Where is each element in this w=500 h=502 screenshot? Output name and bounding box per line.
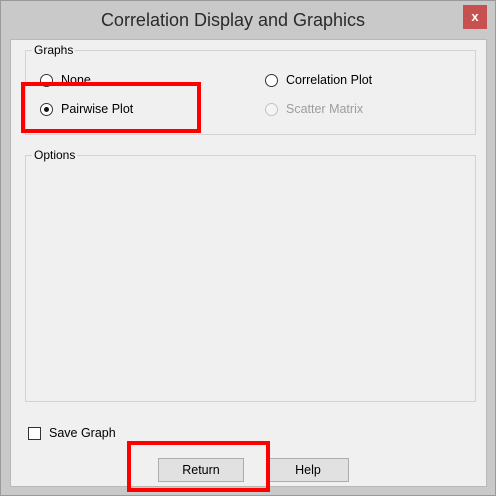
radio-scatter-matrix-label: Scatter Matrix [286,102,364,116]
radio-correlation-plot[interactable]: Correlation Plot [265,73,372,87]
title-bar[interactable]: Correlation Display and Graphics x [1,1,495,39]
radio-scatter-matrix-indicator [265,102,278,116]
options-group: Options [25,148,476,402]
save-graph-checkbox[interactable]: Save Graph [28,426,116,440]
graphs-group-label: Graphs [32,43,76,57]
highlight-box-pairwise-plot [21,82,201,133]
save-graph-label: Save Graph [49,426,116,440]
highlight-box-return-button [127,441,270,492]
options-group-label: Options [32,148,78,162]
close-button[interactable]: x [463,5,487,29]
radio-correlation-plot-indicator[interactable] [265,73,278,87]
window-title: Correlation Display and Graphics [100,10,366,30]
help-button[interactable]: Help [267,458,349,482]
dialog-window: Correlation Display and Graphics x Graph… [0,0,496,496]
save-graph-checkbox-box[interactable] [28,426,41,440]
radio-correlation-plot-label: Correlation Plot [286,73,373,87]
radio-scatter-matrix: Scatter Matrix [265,102,363,116]
